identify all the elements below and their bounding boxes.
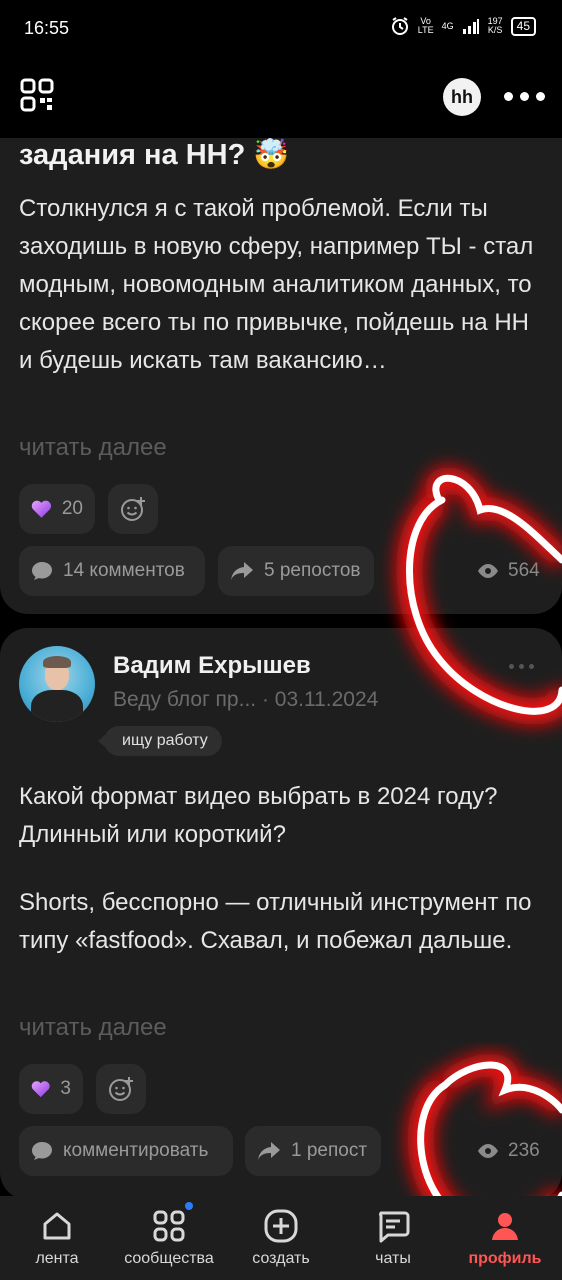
post-card: задания на НН? 🤯 Столкнулся я с такой пр…: [0, 138, 562, 614]
views-counter: 236: [476, 1140, 540, 1162]
nav-item-feed[interactable]: лента: [2, 1196, 112, 1268]
add-emoji-icon: [109, 1077, 133, 1101]
author-name[interactable]: Вадим Ехрышев: [113, 652, 311, 680]
home-icon: [43, 1212, 71, 1240]
post-body: Столкнулся я с такой проблемой. Если ты …: [19, 195, 534, 374]
volte-indicator: Vo LTE: [417, 16, 434, 35]
network-type: 4G: [441, 20, 454, 31]
nav-item-create[interactable]: создать: [226, 1196, 336, 1268]
add-emoji-icon: [121, 497, 145, 521]
network-speed: 197 K/S: [487, 16, 503, 35]
nav-item-communities[interactable]: сообщества: [114, 1196, 224, 1268]
notification-dot: [185, 1202, 193, 1210]
plus-icon: [264, 1209, 298, 1243]
more-menu-icon[interactable]: [504, 92, 545, 101]
eye-icon: [478, 1144, 498, 1158]
post-title: задания на НН? 🤯: [19, 139, 290, 171]
alarm-icon: [391, 17, 408, 35]
chat-icon: [379, 1211, 410, 1243]
reaction-button[interactable]: 20: [19, 484, 95, 534]
status-time: 16:55: [24, 18, 70, 38]
status-tag: ищу работу: [98, 726, 222, 756]
app-header: hh: [0, 58, 562, 138]
read-more-link[interactable]: читать далее: [19, 1014, 167, 1042]
heart-reaction-icon: [31, 1081, 50, 1098]
heart-reaction-icon: [31, 500, 52, 518]
comments-button[interactable]: 14 комментов: [19, 546, 205, 596]
read-more-link[interactable]: читать далее: [19, 434, 167, 462]
reaction-button[interactable]: 3: [19, 1064, 83, 1114]
author-meta: Веду блог пр... · 03.11.2024: [113, 688, 379, 711]
reaction-count: 20: [61, 498, 83, 519]
views-counter: 564: [476, 560, 540, 582]
status-bar: 16:55 Vo LTE 4G 197 K/S 45: [0, 0, 562, 58]
grid-icon: [153, 1210, 185, 1242]
add-reaction-button[interactable]: [108, 484, 158, 534]
bottom-navigation: лента сообщества создать чаты профиль: [0, 1196, 562, 1280]
comment-icon: [32, 1142, 52, 1160]
nav-item-profile[interactable]: профиль: [450, 1196, 560, 1268]
status-icons: Vo LTE 4G 197 K/S 45: [390, 16, 536, 36]
nav-item-chats[interactable]: чаты: [338, 1196, 448, 1268]
signal-icon: [462, 19, 479, 34]
battery-indicator: 45: [510, 16, 536, 36]
repost-button[interactable]: 5 репостов: [218, 546, 374, 596]
post-menu-icon[interactable]: [509, 664, 534, 669]
post-title: Какой формат видео выбрать в 2024 году? …: [19, 783, 498, 848]
comment-icon: [32, 562, 52, 580]
post-body: Shorts, бесспорно — отличный инструмент …: [19, 889, 532, 954]
comment-button[interactable]: комментировать: [19, 1126, 233, 1176]
qr-code-icon[interactable]: [20, 78, 54, 112]
repost-button[interactable]: 1 репост: [245, 1126, 381, 1176]
share-arrow-icon: [258, 1142, 280, 1160]
eye-icon: [478, 564, 498, 578]
post-card: Вадим Ехрышев Веду блог пр... · 03.11.20…: [0, 628, 562, 1200]
add-reaction-button[interactable]: [96, 1064, 146, 1114]
profile-icon: [492, 1213, 518, 1240]
hh-logo[interactable]: hh: [443, 78, 481, 116]
share-arrow-icon: [231, 562, 253, 580]
reaction-count: 3: [60, 1078, 71, 1099]
avatar[interactable]: [19, 646, 95, 722]
